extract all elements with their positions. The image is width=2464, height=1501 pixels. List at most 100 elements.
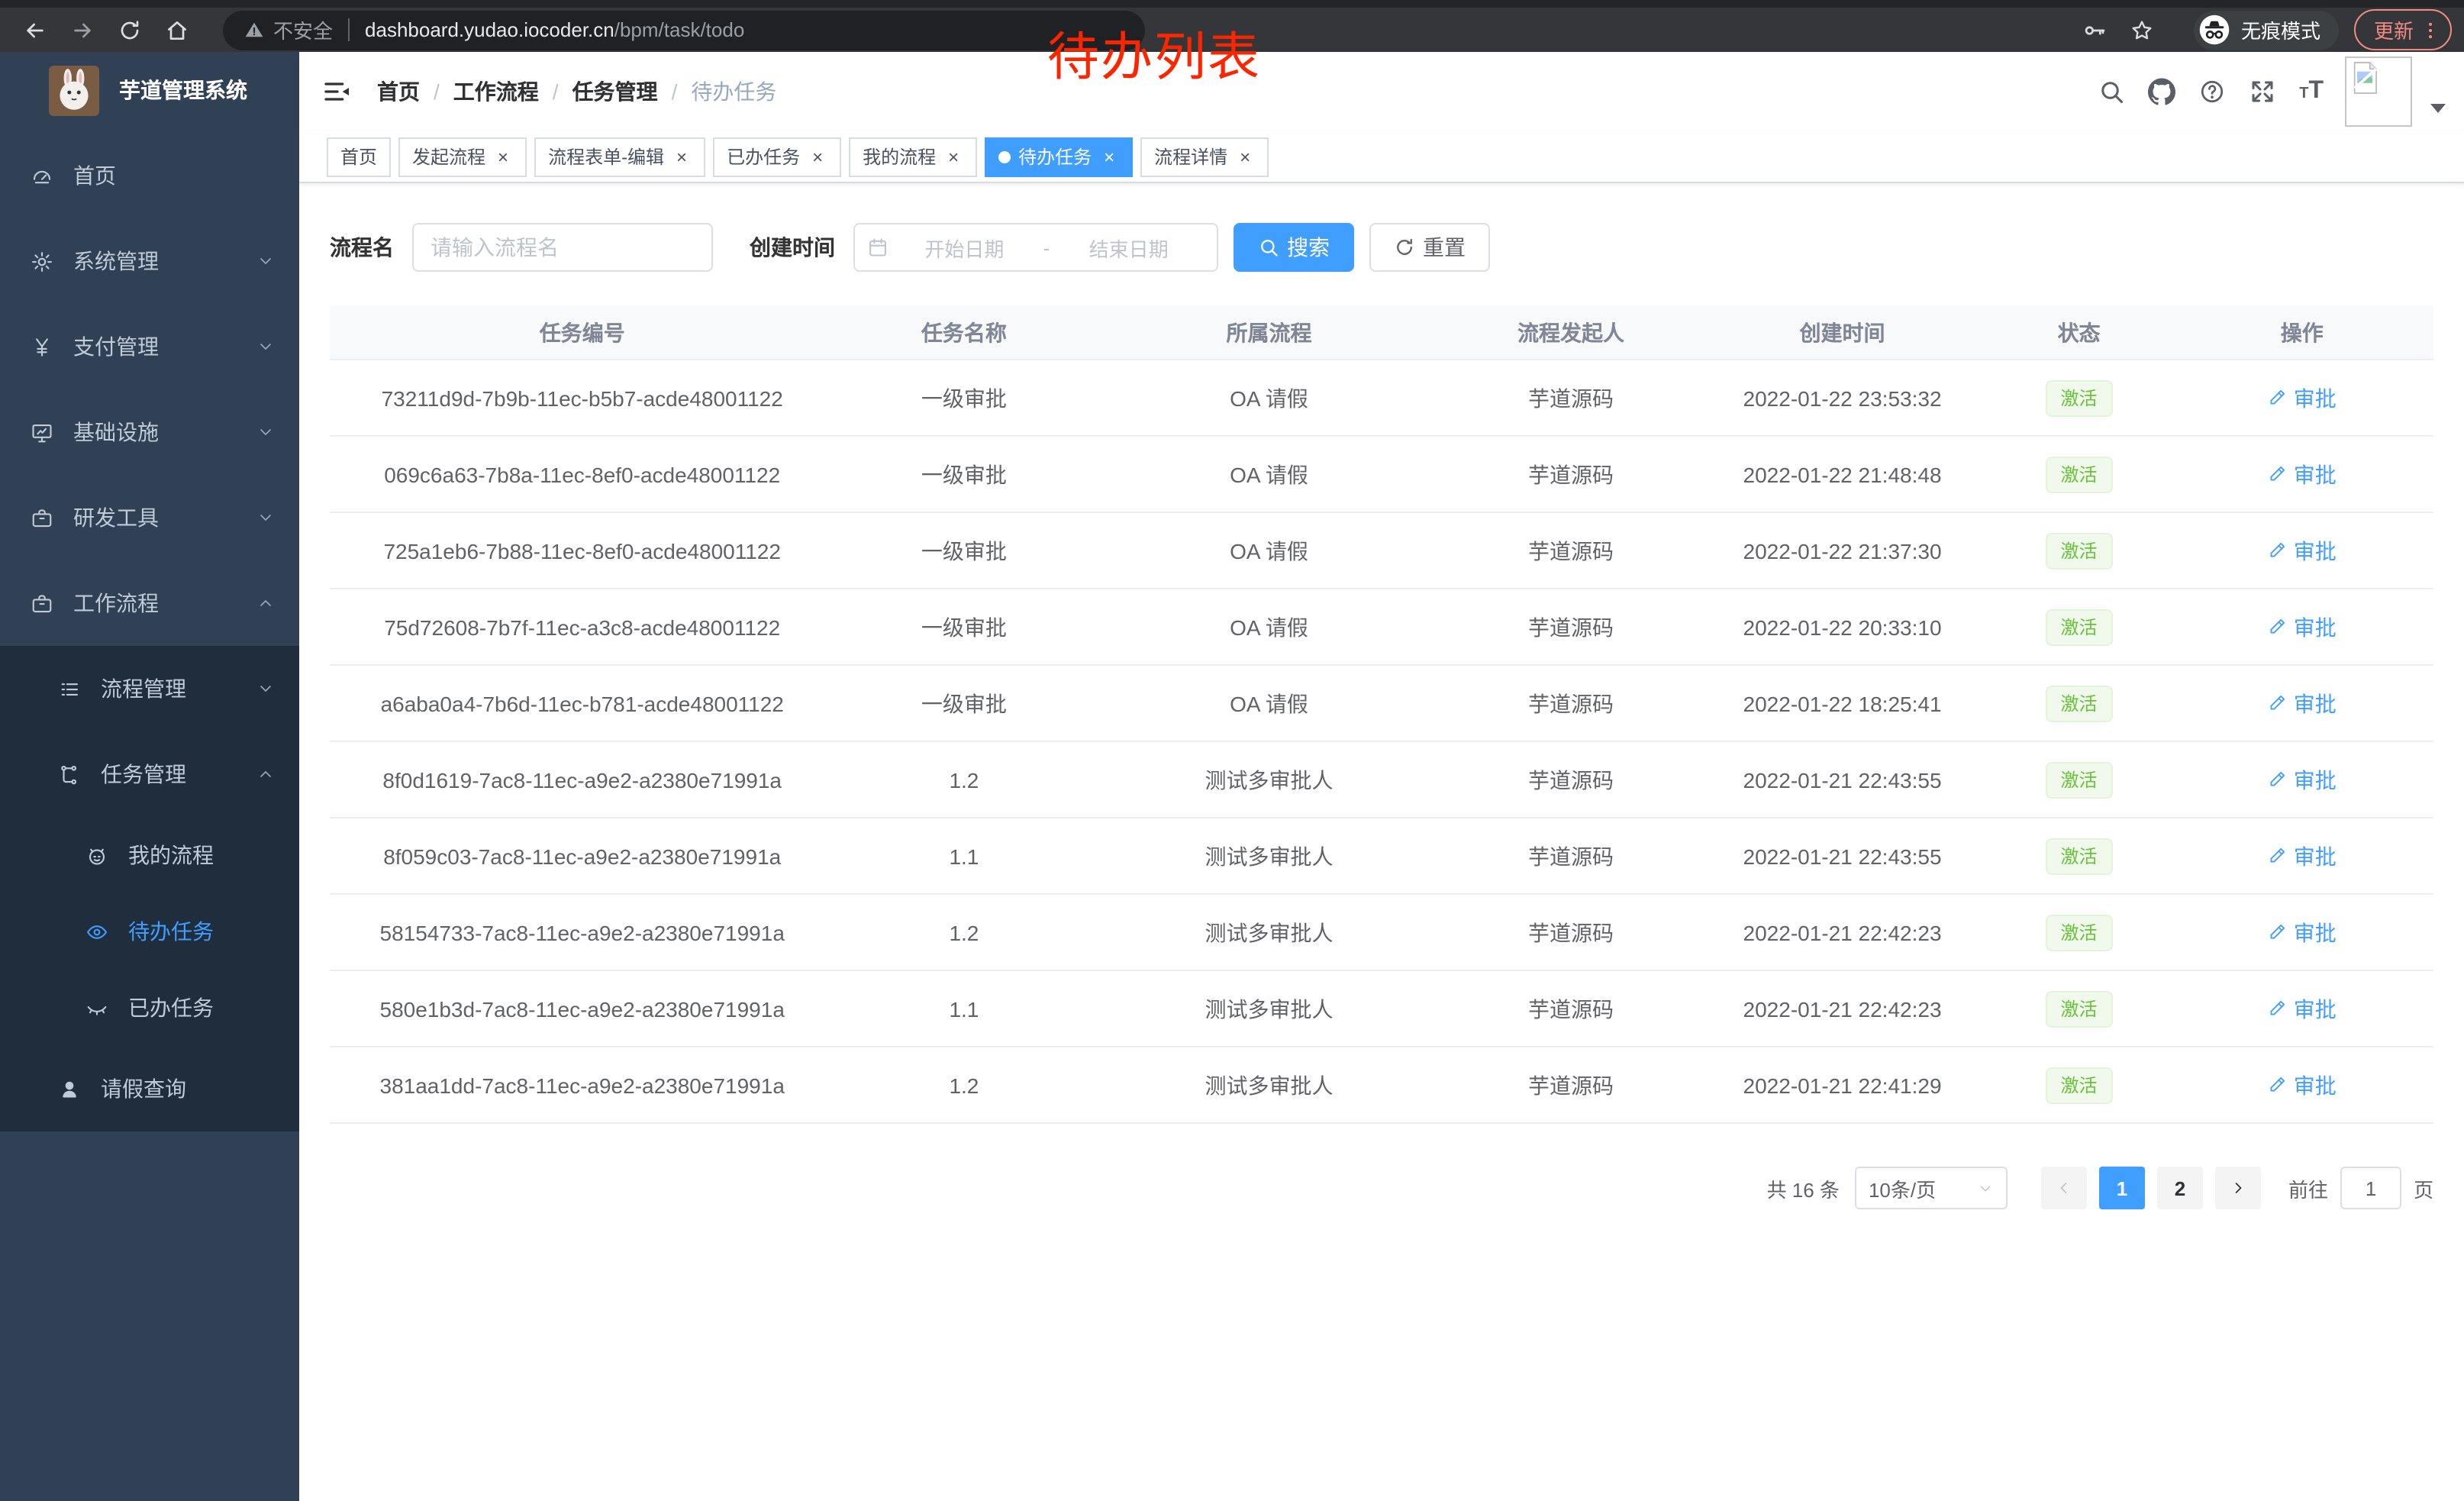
status-badge: 激活 (2046, 838, 2113, 874)
key-icon[interactable] (2081, 16, 2108, 44)
edit-pencil-icon (2268, 693, 2288, 713)
dashboard-icon (31, 164, 53, 187)
table-row: 75d72608-7b7f-11ec-a3c8-acde48001122一级审批… (330, 589, 2433, 665)
sidebar-item-workflow[interactable]: 工作流程 (0, 560, 299, 646)
browser-forward-icon[interactable] (69, 16, 96, 44)
approve-button[interactable]: 审批 (2268, 535, 2337, 566)
approve-button[interactable]: 审批 (2268, 688, 2337, 718)
filter-bar: 流程名 创建时间 开始日期 - 结束日期 搜索 重置 (330, 223, 2433, 272)
breadcrumb-item[interactable]: 工作流程 (453, 76, 539, 107)
tab-my-process[interactable]: 我的流程× (849, 137, 977, 176)
tags-view: 首页发起流程×流程表单-编辑×已办任务×我的流程×待办任务×流程详情× (299, 131, 2464, 183)
page-button-2[interactable]: 2 (2157, 1167, 2203, 1209)
browser-back-icon[interactable] (21, 16, 49, 44)
approve-button[interactable]: 审批 (2268, 917, 2337, 947)
bookmark-star-icon[interactable] (2128, 16, 2156, 44)
tab-process-detail[interactable]: 流程详情× (1140, 137, 1269, 176)
page-unit-label: 页 (2414, 1173, 2433, 1202)
status-badge: 激活 (2046, 532, 2113, 569)
breadcrumb-item[interactable]: 任务管理 (572, 76, 658, 107)
approve-label: 审批 (2294, 917, 2337, 947)
status-cell: 激活 (1988, 512, 2171, 589)
approve-button[interactable]: 审批 (2268, 383, 2337, 413)
page-size-select[interactable]: 10条/页 (1855, 1167, 2008, 1209)
sidebar-item-done-tasks[interactable]: 已办任务 (0, 970, 299, 1046)
sidebar-item-infrastructure[interactable]: 基础设施 (0, 389, 299, 475)
browser-home-icon[interactable] (163, 16, 191, 44)
tab-home[interactable]: 首页 (327, 137, 391, 176)
sidebar-item-system-management[interactable]: 系统管理 (0, 218, 299, 304)
create-time-cell: 2022-01-22 21:37:30 (1697, 512, 1987, 589)
filter-name-label: 流程名 (330, 232, 394, 263)
close-icon[interactable]: × (1235, 147, 1255, 166)
edit-pencil-icon (2268, 388, 2288, 408)
approve-button[interactable]: 审批 (2268, 764, 2337, 795)
close-icon[interactable]: × (808, 147, 827, 166)
breadcrumb-item[interactable]: 首页 (377, 76, 420, 107)
status-badge: 激活 (2046, 608, 2113, 645)
fullscreen-icon[interactable] (2249, 78, 2276, 105)
task-id-cell: 8f0d1619-7ac8-11ec-a9e2-a2380e71991a (330, 741, 834, 818)
font-size-icon[interactable]: TT (2299, 78, 2324, 105)
sidebar-item-todo-tasks[interactable]: 待办任务 (0, 893, 299, 970)
browser-reload-icon[interactable] (116, 16, 144, 44)
app-logo[interactable]: 芋道管理系统 (0, 52, 299, 128)
close-icon[interactable]: × (672, 147, 692, 166)
sidebar-item-home[interactable]: 首页 (0, 133, 299, 218)
search-icon[interactable] (2098, 78, 2125, 105)
tab-initiate-process[interactable]: 发起流程× (398, 137, 527, 176)
task-name-cell: 一级审批 (834, 589, 1093, 665)
broken-image-icon (2350, 61, 2380, 95)
reset-button[interactable]: 重置 (1369, 223, 1490, 272)
table-row: 73211d9d-7b9b-11ec-b5b7-acde48001122一级审批… (330, 360, 2433, 436)
hamburger-icon[interactable] (322, 76, 353, 107)
close-icon[interactable]: × (943, 147, 963, 166)
table-column-header: 任务编号 (330, 305, 834, 360)
approve-button[interactable]: 审批 (2268, 1070, 2337, 1100)
sidebar-item-label: 我的流程 (128, 840, 214, 870)
search-button[interactable]: 搜索 (1234, 223, 1354, 272)
close-icon[interactable]: × (1099, 147, 1119, 166)
browser-update-button[interactable]: 更新 (2354, 9, 2452, 50)
action-cell: 审批 (2170, 1047, 2433, 1123)
tab-process-form-edit[interactable]: 流程表单-编辑× (534, 137, 705, 176)
approve-label: 审批 (2294, 764, 2337, 795)
approve-button[interactable]: 审批 (2268, 459, 2337, 489)
sidebar-item-payment-management[interactable]: 支付管理 (0, 304, 299, 389)
approve-button[interactable]: 审批 (2268, 612, 2337, 642)
table-column-header: 所属流程 (1093, 305, 1444, 360)
sidebar-item-process-management[interactable]: 流程管理 (0, 646, 299, 731)
next-page-button[interactable] (2215, 1167, 2261, 1209)
sidebar-item-task-management[interactable]: 任务管理 (0, 731, 299, 817)
tab-done-tasks[interactable]: 已办任务× (713, 137, 841, 176)
chevron-down-icon[interactable] (2430, 104, 2446, 113)
approve-label: 审批 (2294, 383, 2337, 413)
avatar[interactable] (2345, 56, 2412, 127)
search-button-icon (1258, 237, 1279, 258)
browser-address-bar[interactable]: 不安全 dashboard.yudao.iocoder.cn/bpm/task/… (223, 10, 1145, 50)
prev-page-button[interactable] (2041, 1167, 2087, 1209)
close-icon[interactable]: × (493, 147, 513, 166)
security-warning-icon[interactable] (244, 20, 264, 40)
github-icon[interactable] (2148, 78, 2175, 105)
yen-icon (31, 335, 53, 358)
browser-menu-icon[interactable] (2420, 18, 2441, 42)
create-time-cell: 2022-01-21 22:41:29 (1697, 1047, 1987, 1123)
sidebar-item-dev-tools[interactable]: 研发工具 (0, 475, 299, 560)
approve-button[interactable]: 审批 (2268, 993, 2337, 1024)
sidebar-item-leave-query[interactable]: 请假查询 (0, 1046, 299, 1131)
page-button-1[interactable]: 1 (2099, 1167, 2145, 1209)
table-row: 8f0d1619-7ac8-11ec-a9e2-a2380e71991a1.2测… (330, 741, 2433, 818)
goto-page-input[interactable] (2340, 1167, 2401, 1209)
sidebar-item-my-process[interactable]: 我的流程 (0, 817, 299, 893)
process-name-input[interactable] (412, 223, 713, 272)
process-cell: OA 请假 (1093, 512, 1444, 589)
create-time-range-input[interactable]: 开始日期 - 结束日期 (853, 223, 1218, 272)
date-range-separator: - (1043, 236, 1050, 259)
status-badge: 激活 (2046, 914, 2113, 951)
help-icon[interactable] (2198, 78, 2226, 105)
action-cell: 审批 (2170, 665, 2433, 741)
start-date-placeholder: 开始日期 (889, 233, 1040, 262)
approve-button[interactable]: 审批 (2268, 841, 2337, 871)
tab-todo-tasks[interactable]: 待办任务× (985, 137, 1133, 176)
